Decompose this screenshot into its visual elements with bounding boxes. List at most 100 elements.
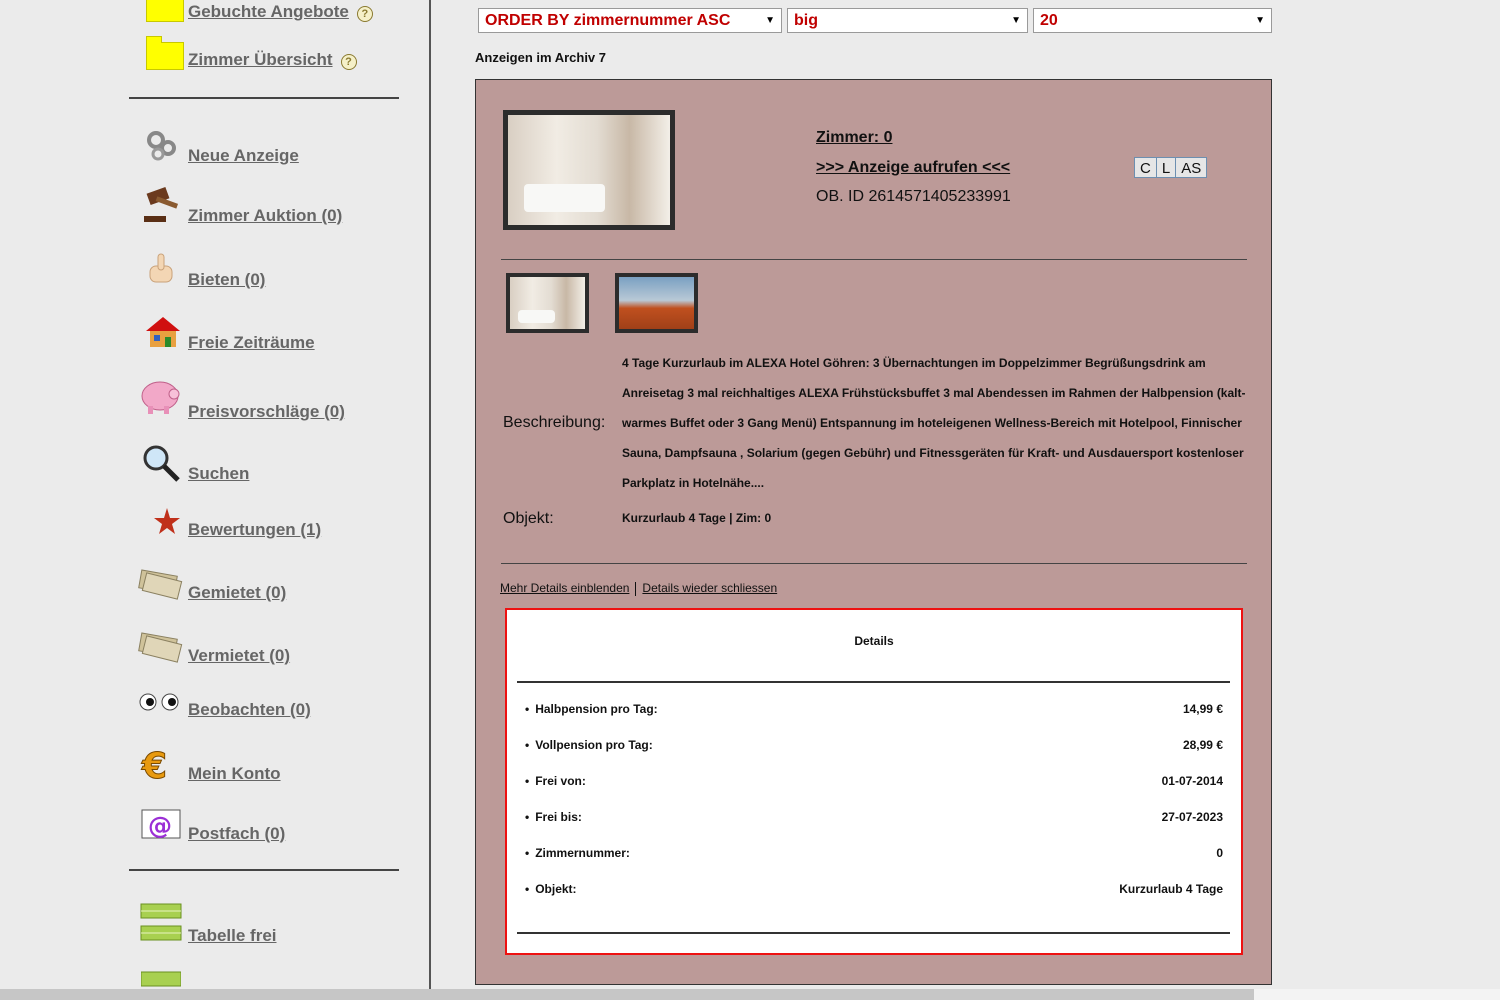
link-separator — [635, 581, 637, 596]
sidebar-item-preisvorschlaege[interactable]: Preisvorschläge (0) — [138, 376, 345, 422]
sidebar-link-preisvorschlaege[interactable]: Preisvorschläge (0) — [188, 402, 345, 422]
details-key: Zimmernummer: — [525, 846, 630, 860]
details-title: Details — [854, 634, 894, 648]
bathroom-photo — [510, 277, 585, 329]
description-text: 4 Tage Kurzurlaub im ALEXA Hotel Göhren:… — [622, 356, 1246, 490]
count-select[interactable]: 20 ▼ — [1033, 8, 1272, 33]
sidebar-link-beobachten[interactable]: Beobachten (0) — [188, 700, 311, 720]
sidebar-link-tabelle-frei[interactable]: Tabelle frei — [188, 926, 277, 946]
hide-details-link[interactable]: Details wieder schliessen — [642, 581, 777, 595]
sidebar-item-neue-anzeige[interactable]: Neue Anzeige — [138, 126, 299, 166]
l-button[interactable]: L — [1155, 157, 1177, 178]
order-select[interactable]: ORDER BY zimmernummer ASC ▼ — [478, 8, 782, 33]
details-value: 28,99 € — [1182, 738, 1223, 752]
show-details-link[interactable]: Mehr Details einblenden — [500, 581, 629, 595]
details-key: Halbpension pro Tag: — [525, 702, 658, 716]
sidebar-border — [429, 0, 431, 990]
as-button[interactable]: AS — [1175, 157, 1208, 178]
sidebar-item-suchen[interactable]: Suchen — [138, 444, 249, 484]
euro-icon: € — [138, 744, 184, 788]
sidebar-link-freie-zeitraeume[interactable]: Freie Zeiträume — [188, 333, 315, 353]
order-select-value: ORDER BY zimmernummer ASC — [485, 12, 731, 29]
details-key: Frei von: — [525, 774, 586, 788]
house-icon — [138, 313, 184, 353]
details-row: Frei von: 01-07-2014 — [525, 774, 1223, 788]
description-label: Beschreibung: — [503, 414, 606, 431]
table-icon — [140, 970, 182, 988]
gears-icon — [138, 126, 184, 166]
help-icon[interactable]: ? — [356, 6, 373, 22]
sidebar-link-postfach[interactable]: Postfach (0) — [188, 824, 285, 844]
magnifier-icon — [138, 444, 184, 484]
hand-icon — [138, 250, 184, 290]
action-buttons: C L AS — [1134, 157, 1208, 178]
object-value: Kurzurlaub 4 Tage | Zim: 0 — [622, 511, 772, 525]
sidebar-item-bieten[interactable]: Bieten (0) — [138, 250, 265, 290]
details-key: Frei bis: — [525, 810, 582, 824]
eyes-icon — [138, 680, 184, 720]
sidebar: Gebuchte Angebote ? Zimmer Übersicht ? N… — [0, 0, 430, 990]
sidebar-item-gemietet[interactable]: Gemietet (0) — [138, 563, 286, 603]
object-label: Objekt: — [503, 510, 554, 527]
sidebar-item-bewertungen[interactable]: Bewertungen (1) — [138, 500, 321, 540]
open-listing-link[interactable]: >>> Anzeige aufrufen <<< — [816, 159, 1010, 177]
scrollbar-thumb[interactable] — [0, 989, 1254, 1000]
room-link[interactable]: Zimmer: 0 — [816, 129, 892, 147]
sidebar-divider — [129, 97, 399, 99]
sidebar-link-bieten[interactable]: Bieten (0) — [188, 270, 265, 290]
sidebar-link-bewertungen[interactable]: Bewertungen (1) — [188, 520, 321, 540]
sidebar-link-neue-anzeige[interactable]: Neue Anzeige — [188, 146, 299, 166]
details-value: 14,99 € — [1182, 702, 1223, 716]
sidebar-item-tabelle-frei[interactable]: Tabelle frei — [138, 902, 277, 946]
sidebar-item-vermietet[interactable]: Vermietet (0) — [138, 626, 290, 666]
sidebar-link-gemietet[interactable]: Gemietet (0) — [188, 583, 286, 603]
folder-icon — [138, 0, 184, 22]
size-select[interactable]: big ▼ — [787, 8, 1028, 33]
size-select-value: big — [794, 12, 818, 29]
sidebar-item-postfach[interactable]: @ Postfach (0) — [138, 804, 285, 844]
chevron-down-icon: ▼ — [1255, 15, 1265, 26]
star-icon — [138, 500, 184, 540]
sidebar-item-mein-konto[interactable]: € Mein Konto — [138, 744, 281, 788]
count-select-value: 20 — [1040, 12, 1058, 29]
sidebar-link-vermietet[interactable]: Vermietet (0) — [188, 646, 290, 666]
listing-main-image[interactable] — [503, 110, 675, 230]
sidebar-item-zimmer-auktion[interactable]: Zimmer Auktion (0) — [138, 186, 342, 226]
details-value: 0 — [1216, 846, 1223, 860]
horizontal-scrollbar[interactable] — [0, 989, 1500, 1000]
details-panel: Details Halbpension pro Tag: 14,99 € Voll… — [505, 608, 1243, 955]
gavel-icon — [138, 186, 184, 226]
piggy-bank-icon — [138, 376, 184, 422]
thumbnail-bathroom[interactable] — [506, 273, 589, 333]
sidebar-link-zimmer-uebersicht[interactable]: Zimmer Übersicht — [188, 50, 333, 70]
at-mail-icon: @ — [138, 804, 184, 844]
sidebar-item-gebuchte-angebote[interactable]: Gebuchte Angebote ? — [138, 0, 373, 22]
details-row: Halbpension pro Tag: 14,99 € — [525, 702, 1223, 716]
details-row: Zimmernummer: 0 — [525, 846, 1223, 860]
c-button[interactable]: C — [1134, 157, 1157, 178]
sidebar-link-gebuchte-angebote[interactable]: Gebuchte Angebote — [188, 2, 349, 22]
divider — [501, 563, 1247, 564]
sidebar-item-zimmer-uebersicht[interactable]: Zimmer Übersicht ? — [138, 36, 357, 70]
archive-count-label: Anzeigen im Archiv 7 — [475, 50, 606, 65]
sidebar-item-freie-zeitraeume[interactable]: Freie Zeiträume — [138, 313, 315, 353]
object-id: OB. ID 2614571405233991 — [816, 188, 1011, 205]
help-icon[interactable]: ? — [340, 54, 357, 70]
sidebar-link-suchen[interactable]: Suchen — [188, 464, 249, 484]
bedroom-photo — [619, 277, 694, 329]
details-divider — [517, 681, 1230, 683]
details-row: Frei bis: 27-07-2023 — [525, 810, 1223, 824]
details-toggle-links: Mehr Details einblenden Details wieder sc… — [500, 581, 777, 596]
sidebar-divider — [129, 869, 399, 871]
money-icon — [138, 626, 184, 666]
thumbnail-bedroom[interactable] — [615, 273, 698, 333]
sidebar-link-zimmer-auktion[interactable]: Zimmer Auktion (0) — [188, 206, 342, 226]
table-icon — [138, 902, 184, 946]
details-value: 01-07-2014 — [1161, 774, 1223, 788]
svg-text:@: @ — [148, 812, 172, 840]
sidebar-item-beobachten[interactable]: Beobachten (0) — [138, 680, 311, 720]
details-key: Objekt: — [525, 882, 577, 896]
divider — [501, 259, 1247, 260]
details-value: Kurzurlaub 4 Tage — [1119, 882, 1223, 896]
sidebar-link-mein-konto[interactable]: Mein Konto — [188, 764, 281, 784]
